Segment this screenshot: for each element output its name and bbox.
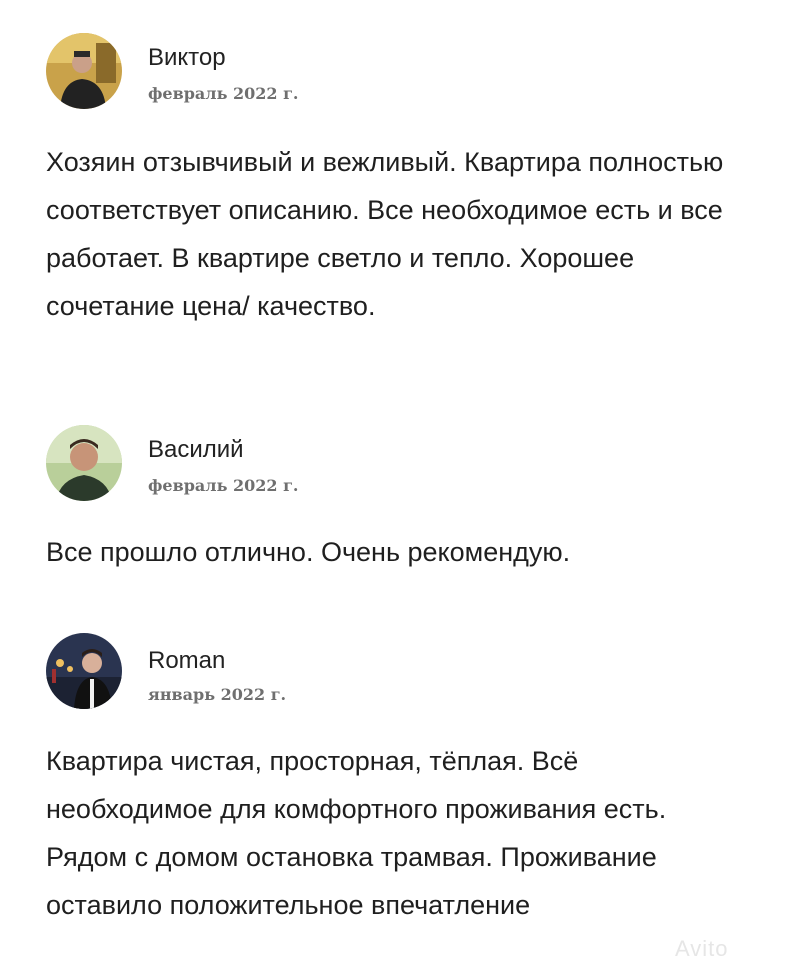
review-text: Все прошло отлично. Очень рекомендую. xyxy=(46,537,571,567)
review-card: Василий февраль 2022 г. Все прошло отлич… xyxy=(0,400,790,567)
review-author: Roman январь 2022 г. xyxy=(0,605,790,709)
reviewer-name[interactable]: Василий xyxy=(148,436,244,464)
review-card: Виктор февраль 2022 г. Хозяин отзывчивый… xyxy=(0,0,790,321)
review-date: февраль 2022 г. xyxy=(148,84,299,103)
user-avatar-icon[interactable] xyxy=(46,633,122,709)
review-text: Хозяин отзывчивый и вежливый. Квартира п… xyxy=(46,147,724,321)
user-avatar-icon[interactable] xyxy=(46,33,122,109)
review-text: Квартира чистая, просторная, тёплая. Всё… xyxy=(46,746,667,920)
review-date: январь 2022 г. xyxy=(148,685,287,704)
avito-watermark: Avito xyxy=(675,936,729,961)
reviewer-name[interactable]: Roman xyxy=(148,647,225,675)
review-author: Василий февраль 2022 г. xyxy=(0,400,790,501)
review-date: февраль 2022 г. xyxy=(148,476,299,495)
user-avatar-icon[interactable] xyxy=(46,425,122,501)
reviewer-name[interactable]: Виктор xyxy=(148,44,226,72)
review-author: Виктор февраль 2022 г. xyxy=(0,0,790,109)
review-card: Roman январь 2022 г. Квартира чистая, пр… xyxy=(0,605,790,920)
